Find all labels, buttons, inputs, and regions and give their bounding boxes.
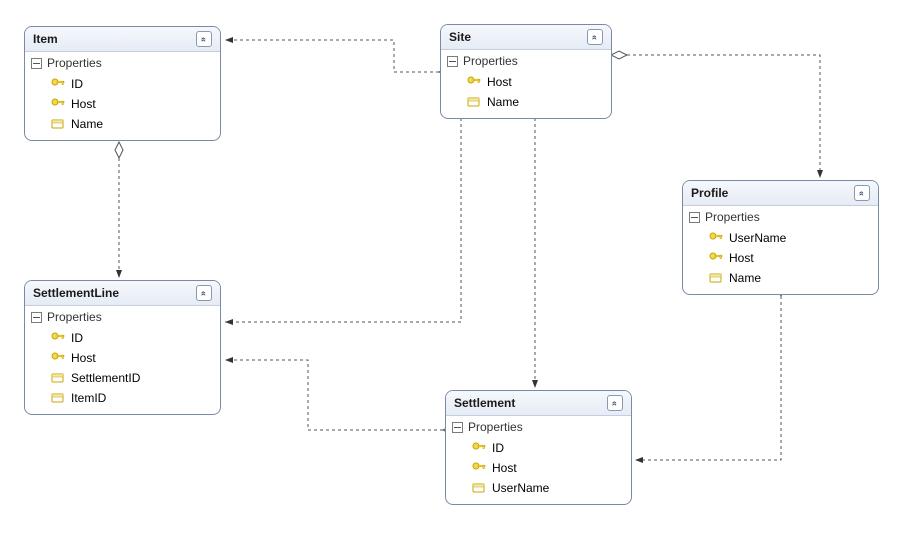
property-list: UserName Host Name [683, 228, 878, 294]
property-row[interactable]: ID [446, 438, 631, 458]
entity-header[interactable]: Profile [683, 181, 878, 206]
property-row[interactable]: Name [25, 114, 220, 134]
property-row[interactable]: Host [441, 72, 611, 92]
minus-icon[interactable] [689, 212, 700, 223]
collapse-icon[interactable] [196, 31, 212, 47]
properties-section[interactable]: Properties [441, 50, 611, 72]
entity-settlement[interactable]: Settlement Properties ID Host UserName [445, 390, 632, 505]
properties-section[interactable]: Properties [25, 52, 220, 74]
diamond-item-settlementline [115, 142, 123, 158]
property-name: ItemID [71, 391, 106, 405]
entity-item[interactable]: Item Properties ID Host Name [24, 26, 221, 141]
entity-profile[interactable]: Profile Properties UserName Host Name [682, 180, 879, 295]
field-icon [49, 371, 67, 385]
property-name: Host [729, 251, 754, 265]
properties-section[interactable]: Properties [446, 416, 631, 438]
entity-settlementline[interactable]: SettlementLine Properties ID Host Settle… [24, 280, 221, 415]
diamond-site-profile [611, 51, 627, 59]
property-row[interactable]: SettlementID [25, 368, 220, 388]
property-name: Host [71, 351, 96, 365]
property-name: Name [729, 271, 761, 285]
rel-settlement-settlementline [225, 360, 443, 430]
section-label-text: Properties [705, 210, 760, 224]
entity-header[interactable]: Site [441, 25, 611, 50]
section-label-text: Properties [47, 56, 102, 70]
property-row[interactable]: ID [25, 328, 220, 348]
field-icon [470, 481, 488, 495]
section-label-text: Properties [463, 54, 518, 68]
collapse-icon[interactable] [607, 395, 623, 411]
property-row[interactable]: Host [25, 94, 220, 114]
properties-section[interactable]: Properties [25, 306, 220, 328]
property-row[interactable]: Host [25, 348, 220, 368]
section-label-text: Properties [47, 310, 102, 324]
key-icon [49, 351, 67, 365]
entity-title: SettlementLine [33, 286, 119, 300]
property-name: SettlementID [71, 371, 140, 385]
collapse-icon[interactable] [854, 185, 870, 201]
property-list: ID Host UserName [446, 438, 631, 504]
field-icon [49, 391, 67, 405]
collapse-icon[interactable] [587, 29, 603, 45]
property-name: Host [487, 75, 512, 89]
entity-title: Profile [691, 186, 728, 200]
property-row[interactable]: Name [441, 92, 611, 112]
property-row[interactable]: ItemID [25, 388, 220, 408]
key-icon [465, 75, 483, 89]
property-row[interactable]: UserName [446, 478, 631, 498]
entity-site[interactable]: Site Properties Host Name [440, 24, 612, 119]
section-label-text: Properties [468, 420, 523, 434]
property-row[interactable]: Name [683, 268, 878, 288]
key-icon [49, 331, 67, 345]
rel-site-profile [627, 55, 820, 178]
key-icon [707, 231, 725, 245]
property-name: Host [71, 97, 96, 111]
field-icon [465, 95, 483, 109]
property-name: Host [492, 461, 517, 475]
entity-title: Settlement [454, 396, 515, 410]
key-icon [470, 441, 488, 455]
minus-icon[interactable] [31, 312, 42, 323]
property-name: UserName [492, 481, 549, 495]
field-icon [49, 117, 67, 131]
key-icon [49, 77, 67, 91]
property-row[interactable]: ID [25, 74, 220, 94]
collapse-icon[interactable] [196, 285, 212, 301]
field-icon [707, 271, 725, 285]
entity-title: Site [449, 30, 471, 44]
key-icon [470, 461, 488, 475]
entity-header[interactable]: Item [25, 27, 220, 52]
property-name: ID [492, 441, 504, 455]
property-row[interactable]: Host [446, 458, 631, 478]
property-name: UserName [729, 231, 786, 245]
minus-icon[interactable] [31, 58, 42, 69]
property-name: ID [71, 77, 83, 91]
key-icon [707, 251, 725, 265]
minus-icon[interactable] [447, 56, 458, 67]
property-name: ID [71, 331, 83, 345]
property-row[interactable]: Host [683, 248, 878, 268]
property-name: Name [71, 117, 103, 131]
rel-profile-settlement [635, 296, 781, 460]
rel-site-item [225, 40, 439, 72]
property-list: ID Host SettlementID ItemID [25, 328, 220, 414]
diagram-canvas: Item Properties ID Host Name Site Proper… [0, 0, 901, 552]
property-list: ID Host Name [25, 74, 220, 140]
property-row[interactable]: UserName [683, 228, 878, 248]
properties-section[interactable]: Properties [683, 206, 878, 228]
property-name: Name [487, 95, 519, 109]
entity-header[interactable]: SettlementLine [25, 281, 220, 306]
rel-site-settlementline [225, 118, 461, 322]
minus-icon[interactable] [452, 422, 463, 433]
entity-header[interactable]: Settlement [446, 391, 631, 416]
entity-title: Item [33, 32, 58, 46]
property-list: Host Name [441, 72, 611, 118]
key-icon [49, 97, 67, 111]
